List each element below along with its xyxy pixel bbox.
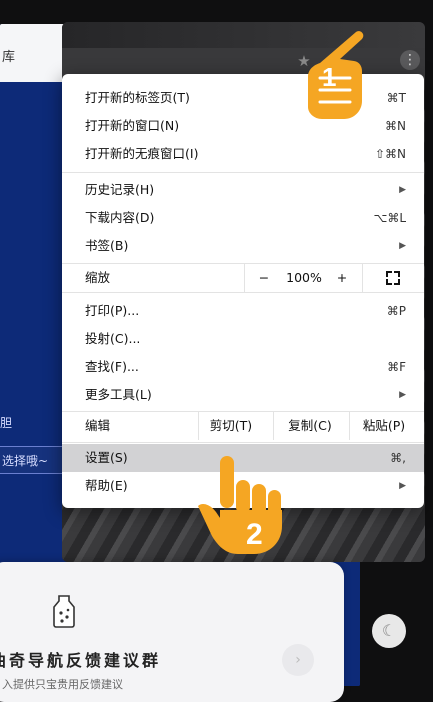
menu-item-label: 投射(C)... [85, 331, 141, 346]
menu-item-label: 书签(B) [85, 238, 129, 253]
menu-item-shortcut: ⌘P [386, 304, 406, 318]
menu-item-history[interactable]: 历史记录(H) ▶ [62, 176, 424, 204]
menu-item-label: 打开新的标签页(T) [85, 90, 190, 105]
menu-divider [244, 264, 245, 292]
menu-item-label: 下载内容(D) [85, 210, 155, 225]
menu-item-shortcut: ⌥⌘L [373, 211, 406, 225]
menu-item-label: 打印(P)... [85, 303, 140, 318]
submenu-arrow-icon: ▶ [399, 481, 406, 491]
menu-row-zoom: 缩放 − 100% + [62, 264, 424, 292]
menu-item-shortcut: ⌘N [385, 119, 406, 133]
step2-number: 2 [246, 518, 263, 551]
step1-number: 1 [322, 62, 336, 92]
background-label: 胆 [0, 416, 13, 430]
menu-divider [362, 264, 363, 292]
menu-item-label: 打开新的窗口(N) [85, 118, 180, 133]
hand-pointer-step2-icon: 2 [198, 456, 282, 554]
menu-item-find[interactable]: 查找(F)... ⌘F [62, 353, 424, 381]
menu-item-more-tools[interactable]: 更多工具(L) ▶ [62, 381, 424, 409]
menu-item-shortcut: ⌘F [387, 360, 406, 374]
menu-item-new-incognito[interactable]: 打开新的无痕窗口(I) ⇧⌘N [62, 140, 424, 168]
menu-item-bookmarks[interactable]: 书签(B) ▶ [62, 232, 424, 260]
background-header-text: 库 [2, 50, 16, 65]
menu-item-print[interactable]: 打印(P)... ⌘P [62, 297, 424, 325]
zoom-in-button[interactable]: + [330, 264, 354, 292]
menu-item-label: 帮助(E) [85, 478, 128, 493]
dark-mode-moon-icon[interactable]: ☾ [372, 614, 406, 648]
kebab-menu-icon[interactable]: ⋮ [400, 50, 420, 70]
edit-label: 编辑 [85, 418, 111, 433]
menu-item-label: 打开新的无痕窗口(I) [85, 146, 199, 161]
cookie-jar-icon [53, 595, 75, 628]
submenu-arrow-icon: ▶ [399, 241, 406, 251]
paste-button[interactable]: 粘贴(P) [350, 412, 418, 440]
feedback-card[interactable]: 曲奇导航反馈建议群 入提供只宝贵用反馈建议 › [0, 562, 344, 702]
menu-item-label: 查找(F)... [85, 359, 139, 374]
menu-item-label: 历史记录(H) [85, 182, 155, 197]
card-title: 曲奇导航反馈建议群 [0, 651, 162, 670]
card-subtitle: 入提供只宝贵用反馈建议 [2, 678, 123, 691]
menu-separator [62, 292, 424, 293]
cut-button[interactable]: 剪切(T) [199, 412, 263, 440]
zoom-out-button[interactable]: − [252, 264, 276, 292]
card-arrow-button[interactable]: › [282, 644, 314, 676]
hand-pointer-step1-icon: 1 [308, 31, 364, 119]
menu-item-shortcut: ⇧⌘N [374, 147, 406, 161]
submenu-arrow-icon: ▶ [399, 390, 406, 400]
menu-item-label: 更多工具(L) [85, 387, 152, 402]
menu-item-shortcut: ⌘, [390, 451, 406, 465]
menu-row-edit: 编辑 剪切(T) 复制(C) 粘贴(P) [62, 412, 424, 440]
browser-context-menu: 打开新的标签页(T) ⌘T 打开新的窗口(N) ⌘N 打开新的无痕窗口(I) ⇧… [62, 74, 424, 508]
submenu-arrow-icon: ▶ [399, 185, 406, 195]
copy-button[interactable]: 复制(C) [274, 412, 346, 440]
menu-separator [62, 172, 424, 173]
menu-item-downloads[interactable]: 下载内容(D) ⌥⌘L [62, 204, 424, 232]
menu-item-shortcut: ⌘T [386, 91, 406, 105]
fullscreen-icon[interactable] [386, 271, 400, 285]
menu-item-label: 设置(S) [85, 450, 128, 465]
menu-separator [62, 442, 424, 443]
zoom-label: 缩放 [85, 270, 111, 285]
zoom-value: 100% [286, 270, 322, 285]
menu-item-cast[interactable]: 投射(C)... [62, 325, 424, 353]
